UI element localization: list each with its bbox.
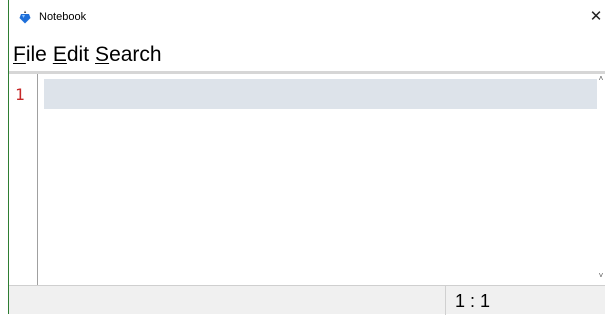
- cursor-position-indicator: 1 : 1: [455, 291, 491, 311]
- scroll-down-icon[interactable]: ˅: [597, 271, 605, 281]
- editor-pane: 1 ˄ ˅: [9, 71, 605, 285]
- line-number: 1: [15, 85, 25, 104]
- notebook-app-icon: [18, 10, 32, 24]
- menu-edit[interactable]: Edit: [53, 41, 89, 69]
- scroll-up-icon[interactable]: ˄: [597, 74, 605, 84]
- text-editor-area[interactable]: [47, 84, 592, 280]
- menu-search-mnemonic: S: [95, 43, 110, 66]
- menu-file-mnemonic: F: [13, 43, 26, 66]
- status-bar: 1 : 1: [9, 285, 605, 315]
- close-icon[interactable]: ✕: [587, 6, 605, 28]
- menu-file[interactable]: File: [13, 41, 47, 69]
- menu-search-label: earch: [109, 43, 162, 66]
- line-number-gutter: 1: [9, 74, 38, 285]
- menu-edit-label: dit: [66, 43, 90, 66]
- menu-file-label: ile: [25, 43, 47, 66]
- title-bar[interactable]: Notebook ✕: [9, 0, 605, 34]
- menu-bar: File Edit Search: [9, 40, 168, 70]
- status-divider: [445, 286, 446, 315]
- menu-search[interactable]: Search: [95, 41, 162, 69]
- window-title: Notebook: [39, 11, 87, 23]
- menu-edit-mnemonic: E: [52, 43, 67, 66]
- notebook-window: Notebook ✕ File Edit Search 1 ˄ ˅ 1 : 1: [8, 0, 605, 315]
